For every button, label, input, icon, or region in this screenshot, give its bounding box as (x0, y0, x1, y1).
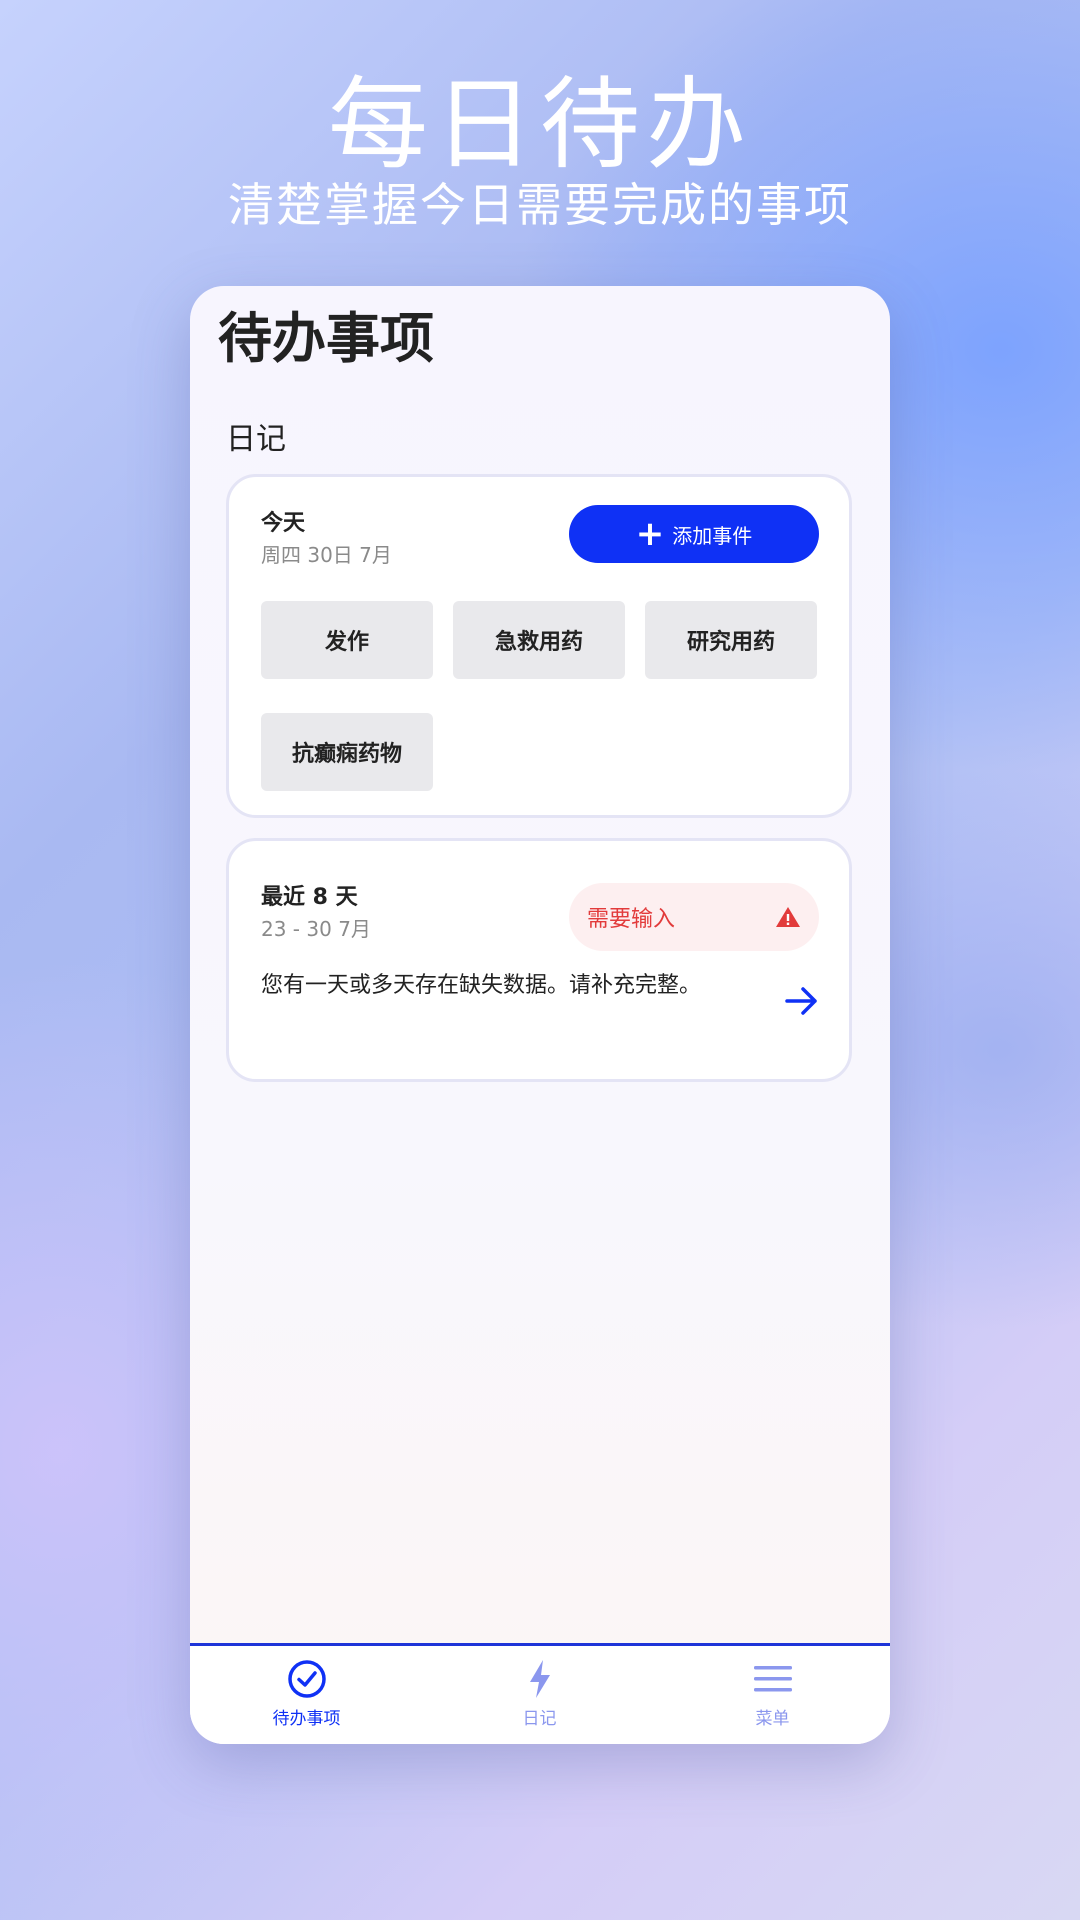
tab-todo-label: 待办事项 (272, 1709, 341, 1729)
plus-icon: + (635, 514, 665, 554)
tab-diary[interactable]: 日记 (423, 1646, 656, 1744)
missing-data-message: 您有一天或多天存在缺失数据。请补充完整。 (261, 973, 702, 998)
today-card: 今天 周四 30日 7月 + 添加事件 发作 急救用药 研究用药 抗癫痫药物 (226, 474, 852, 818)
lightning-icon (529, 1660, 550, 1698)
today-heading: 今天 (261, 511, 306, 536)
tab-menu-label: 菜单 (755, 1709, 790, 1729)
bottom-tab-bar: 待办事项 日记 菜单 (190, 1643, 890, 1744)
badge-label: 需要输入 (587, 907, 676, 932)
today-date: 周四 30日 7月 (261, 543, 392, 567)
page-title: 待办事项 (218, 307, 434, 370)
promo-subline: 清楚掌握今日需要完成的事项 (228, 178, 852, 232)
chip-antiepileptic-drug[interactable]: 抗癫痫药物 (261, 713, 433, 791)
warning-icon (776, 907, 800, 927)
recent-range: 23 - 30 7月 (261, 917, 371, 941)
promo-headline: 每日待办 (328, 66, 752, 183)
section-label-diary: 日记 (226, 422, 286, 457)
recent-card[interactable]: 最近 8 天 23 - 30 7月 需要输入 您有一天或多天存在缺失数据。请补充… (226, 838, 852, 1082)
chip-seizure[interactable]: 发作 (261, 601, 433, 679)
add-event-label: 添加事件 (672, 523, 753, 548)
needs-input-badge: 需要输入 (569, 883, 819, 951)
arrow-right-icon[interactable] (781, 981, 821, 1021)
add-event-button[interactable]: + 添加事件 (569, 505, 819, 563)
recent-heading: 最近 8 天 (261, 885, 358, 910)
tab-menu[interactable]: 菜单 (656, 1646, 889, 1744)
menu-icon (753, 1666, 792, 1692)
chip-rescue-medication[interactable]: 急救用药 (453, 601, 625, 679)
check-circle-icon (287, 1660, 326, 1698)
tab-todo[interactable]: 待办事项 (190, 1646, 423, 1744)
phone-frame: 待办事项 日记 今天 周四 30日 7月 + 添加事件 发作 急救用药 研究用药… (190, 286, 890, 1744)
chip-study-medication[interactable]: 研究用药 (645, 601, 817, 679)
tab-diary-label: 日记 (522, 1709, 557, 1729)
